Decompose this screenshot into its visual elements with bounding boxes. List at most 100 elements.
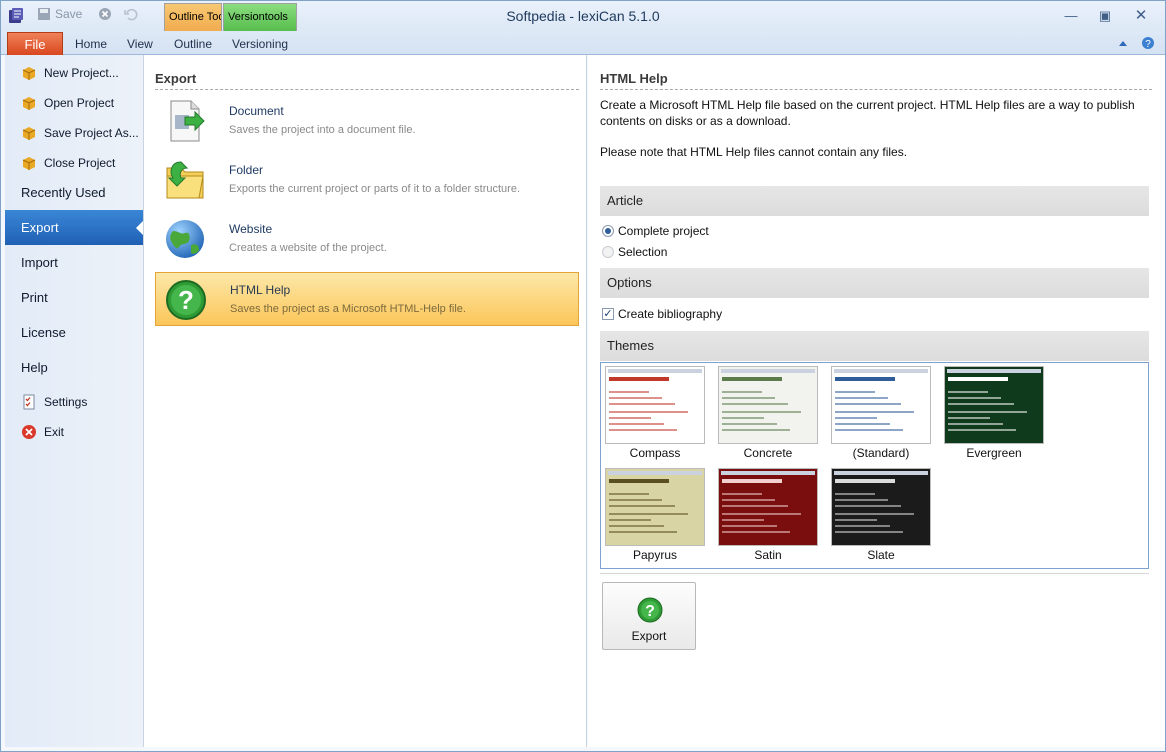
export-options-panel: Export Document Saves the project into a… [143, 55, 587, 747]
thumbnail-text-line [835, 429, 903, 431]
thumbnail-toolbar [834, 471, 928, 475]
sidebar-item-label: Settings [44, 395, 88, 409]
radio-complete-project[interactable]: Complete project [602, 224, 709, 238]
export-item-folder[interactable]: Folder Exports the current project or pa… [155, 153, 579, 207]
thumbnail-text-line [609, 513, 688, 515]
theme-concrete[interactable]: Concrete [718, 366, 818, 460]
article-section-header: Article [600, 186, 1149, 216]
sidebar-item-help[interactable]: Help [5, 350, 143, 385]
thumbnail-toolbar [834, 369, 928, 373]
export-button[interactable]: ? Export [602, 582, 696, 650]
sidebar-item-label: Help [21, 360, 48, 375]
thumbnail-heading [609, 479, 669, 483]
html-help-details-panel: HTML Help Create a Microsoft HTML Help f… [588, 55, 1165, 747]
thumbnail-text-line [948, 397, 1001, 399]
settings-checklist-icon [21, 394, 37, 410]
maximize-button[interactable]: ▣ [1097, 9, 1113, 23]
theme-satin[interactable]: Satin [718, 468, 818, 562]
theme-thumbnail [831, 468, 931, 546]
themes-section-header: Themes [600, 331, 1149, 361]
sidebar-item-recently-used[interactable]: Recently Used [5, 175, 143, 210]
divider [600, 89, 1152, 90]
sidebar-item-print[interactable]: Print [5, 280, 143, 315]
thumbnail-text-line [609, 403, 675, 405]
sidebar-item-label: Exit [44, 425, 65, 439]
tab-file[interactable]: File [7, 32, 63, 55]
thumbnail-toolbar [947, 369, 1041, 373]
thumbnail-text-line [609, 499, 662, 501]
export-item-website[interactable]: Website Creates a website of the project… [155, 212, 579, 266]
sidebar-item-label: New Project... [44, 66, 119, 80]
svg-text:?: ? [645, 603, 655, 620]
theme-thumbnail [718, 468, 818, 546]
thumbnail-text-line [609, 531, 677, 533]
tab-home[interactable]: Home [75, 37, 107, 51]
thumbnail-text-line [835, 513, 914, 515]
svg-text:?: ? [178, 285, 194, 315]
divider [600, 573, 1149, 574]
export-item-document[interactable]: Document Saves the project into a docume… [155, 94, 579, 148]
thumbnail-text-line [609, 493, 649, 495]
thumbnail-text-line [609, 411, 688, 413]
tab-versioning[interactable]: Versioning [232, 37, 288, 51]
thumbnail-heading [835, 377, 895, 381]
thumbnail-text-line [948, 391, 988, 393]
theme-standard[interactable]: (Standard) [831, 366, 931, 460]
sidebar-item-license[interactable]: License [5, 315, 143, 350]
thumbnail-text-line [609, 423, 664, 425]
theme-slate[interactable]: Slate [831, 468, 931, 562]
thumbnail-text-line [722, 505, 788, 507]
sidebar-item-import[interactable]: Import [5, 245, 143, 280]
ribbon-tab-row: Home View Outline Versioning ? [1, 31, 1165, 55]
thumbnail-text-line [609, 519, 651, 521]
help-icon[interactable]: ? [1141, 36, 1155, 50]
thumbnail-toolbar [721, 471, 815, 475]
thumbnail-text-line [722, 423, 777, 425]
thumbnail-text-line [722, 519, 764, 521]
globe-icon [163, 217, 207, 261]
panel-title: Export [155, 71, 197, 86]
backstage-sidebar: New Project... Open Project Save Project… [5, 55, 144, 747]
thumbnail-text-line [609, 505, 675, 507]
sidebar-item-exit[interactable]: Exit [5, 417, 143, 447]
sidebar-item-settings[interactable]: Settings [5, 387, 143, 417]
tab-view[interactable]: View [127, 37, 153, 51]
sidebar-item-label: Close Project [44, 156, 116, 170]
create-bibliography-checkbox[interactable]: ✓ Create bibliography [602, 307, 722, 321]
collapse-ribbon-icon[interactable] [1118, 39, 1128, 47]
svg-text:?: ? [1145, 39, 1151, 50]
tab-outline[interactable]: Outline [174, 37, 212, 51]
thumbnail-text-line [722, 403, 788, 405]
theme-papyrus[interactable]: Papyrus [605, 468, 705, 562]
thumbnail-text-line [835, 531, 903, 533]
checkmark-icon: ✓ [602, 308, 614, 320]
sidebar-item-open-project[interactable]: Open Project [5, 88, 143, 118]
close-window-button[interactable]: ✕ [1133, 8, 1149, 23]
theme-thumbnail [605, 468, 705, 546]
thumbnail-text-line [609, 417, 651, 419]
details-title: HTML Help [600, 71, 668, 86]
document-export-icon [163, 99, 207, 143]
thumbnail-text-line [722, 531, 790, 533]
thumbnail-toolbar [608, 471, 702, 475]
thumbnail-text-line [609, 429, 677, 431]
options-section-header: Options [600, 268, 1149, 298]
thumbnail-text-line [835, 519, 877, 521]
thumbnail-text-line [835, 397, 888, 399]
thumbnail-text-line [722, 397, 775, 399]
thumbnail-text-line [609, 397, 662, 399]
folder-export-icon [163, 158, 207, 202]
sidebar-item-close-project[interactable]: Close Project [5, 148, 143, 178]
theme-compass[interactable]: Compass [605, 366, 705, 460]
sidebar-item-export[interactable]: Export [5, 210, 144, 245]
radio-selection[interactable]: Selection [602, 245, 667, 259]
thumbnail-text-line [722, 493, 762, 495]
sidebar-item-new-project[interactable]: New Project... [5, 58, 143, 88]
export-item-html-help[interactable]: ? HTML Help Saves the project as a Micro… [155, 272, 579, 326]
theme-evergreen[interactable]: Evergreen [944, 366, 1044, 460]
save-project-icon [21, 125, 37, 141]
thumbnail-text-line [722, 429, 790, 431]
sidebar-item-label: License [21, 325, 66, 340]
sidebar-item-save-project-as[interactable]: Save Project As... [5, 118, 143, 148]
minimize-button[interactable]: — [1063, 9, 1079, 23]
